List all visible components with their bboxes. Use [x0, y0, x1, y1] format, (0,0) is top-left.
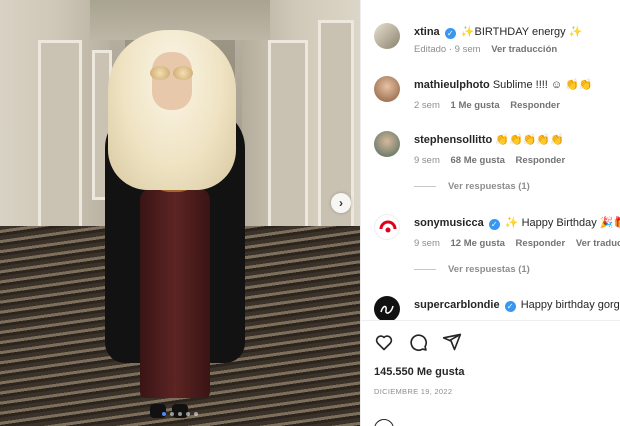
share-icon[interactable] — [442, 332, 462, 352]
face — [152, 52, 192, 110]
comments-list[interactable]: xtina ✓ ✨BIRTHDAY energy ✨ Editado · 9 s… — [361, 0, 620, 320]
username[interactable]: stephensollitto — [414, 134, 492, 146]
action-bar — [374, 332, 462, 352]
avatar[interactable] — [374, 23, 400, 49]
comment-text: Happy birthday gorgeous — [520, 299, 620, 311]
view-replies-button[interactable]: Ver respuestas (1) — [414, 264, 530, 275]
chevron-right-icon: › — [339, 196, 343, 210]
burgundy-pants — [140, 188, 210, 398]
comment-time: 9 sem — [414, 155, 440, 166]
current-user-avatar — [374, 419, 394, 426]
reply-button[interactable]: Responder — [510, 100, 560, 111]
comment-icon[interactable] — [408, 332, 428, 352]
divider — [361, 320, 620, 321]
translate-link[interactable]: Ver traducción — [491, 44, 557, 55]
carousel-dot — [194, 412, 198, 416]
comment-text: ✨ Happy Birthday 🎉🎁 — [504, 217, 620, 229]
comment-text: Sublime !!!! ☺ 👏👏 — [492, 79, 593, 91]
carousel-dot — [178, 412, 182, 416]
username[interactable]: supercarblondie — [414, 299, 500, 311]
divider-line — [414, 185, 436, 187]
instagram-post-modal: › xtina ✓ ✨BIRTHDAY energy ✨ Editado · 9… — [0, 0, 620, 426]
sunglasses — [150, 66, 194, 80]
reply-button[interactable]: Responder — [516, 238, 566, 249]
post-date: DICIEMBRE 19, 2022 — [374, 387, 453, 396]
avatar[interactable] — [374, 296, 400, 320]
caption-time: Editado · 9 sem — [414, 44, 481, 55]
carousel-dot — [186, 412, 190, 416]
avatar[interactable] — [374, 76, 400, 102]
signature-logo-icon — [380, 305, 394, 314]
hallway-door — [38, 40, 82, 250]
verified-badge-icon: ✓ — [444, 28, 456, 39]
carousel-dot — [170, 412, 174, 416]
comment-likes[interactable]: 12 Me gusta — [451, 238, 505, 249]
next-photo-button[interactable]: › — [331, 193, 351, 213]
caption-text: ✨BIRTHDAY energy ✨ — [460, 26, 583, 38]
avatar[interactable] — [374, 131, 400, 157]
divider-line — [414, 268, 436, 270]
sony-music-logo-icon — [379, 220, 397, 233]
comment-text: 👏👏👏👏👏 — [495, 134, 564, 146]
hallway-door — [268, 40, 308, 255]
heart-icon[interactable] — [374, 332, 394, 352]
avatar[interactable] — [374, 214, 400, 240]
comment-time: 2 sem — [414, 100, 440, 111]
comment-likes[interactable]: 1 Me gusta — [451, 100, 500, 111]
username[interactable]: sonymusicca — [414, 217, 484, 229]
translate-link[interactable]: Ver traducción — [576, 238, 620, 249]
comment-time: 9 sem — [414, 238, 440, 249]
carousel-dots — [0, 412, 360, 416]
carousel-dot — [162, 412, 166, 416]
username[interactable]: xtina — [414, 26, 440, 38]
view-replies-button[interactable]: Ver respuestas (1) — [414, 181, 530, 192]
verified-badge-icon: ✓ — [504, 301, 516, 312]
username[interactable]: mathieulphoto — [414, 79, 490, 91]
verified-badge-icon: ✓ — [488, 219, 500, 230]
post-side-panel: xtina ✓ ✨BIRTHDAY energy ✨ Editado · 9 s… — [360, 0, 620, 426]
post-photo[interactable]: › — [0, 0, 360, 426]
reply-button[interactable]: Responder — [516, 155, 566, 166]
like-count[interactable]: 145.550 Me gusta — [374, 366, 465, 378]
comment-likes[interactable]: 68 Me gusta — [451, 155, 505, 166]
